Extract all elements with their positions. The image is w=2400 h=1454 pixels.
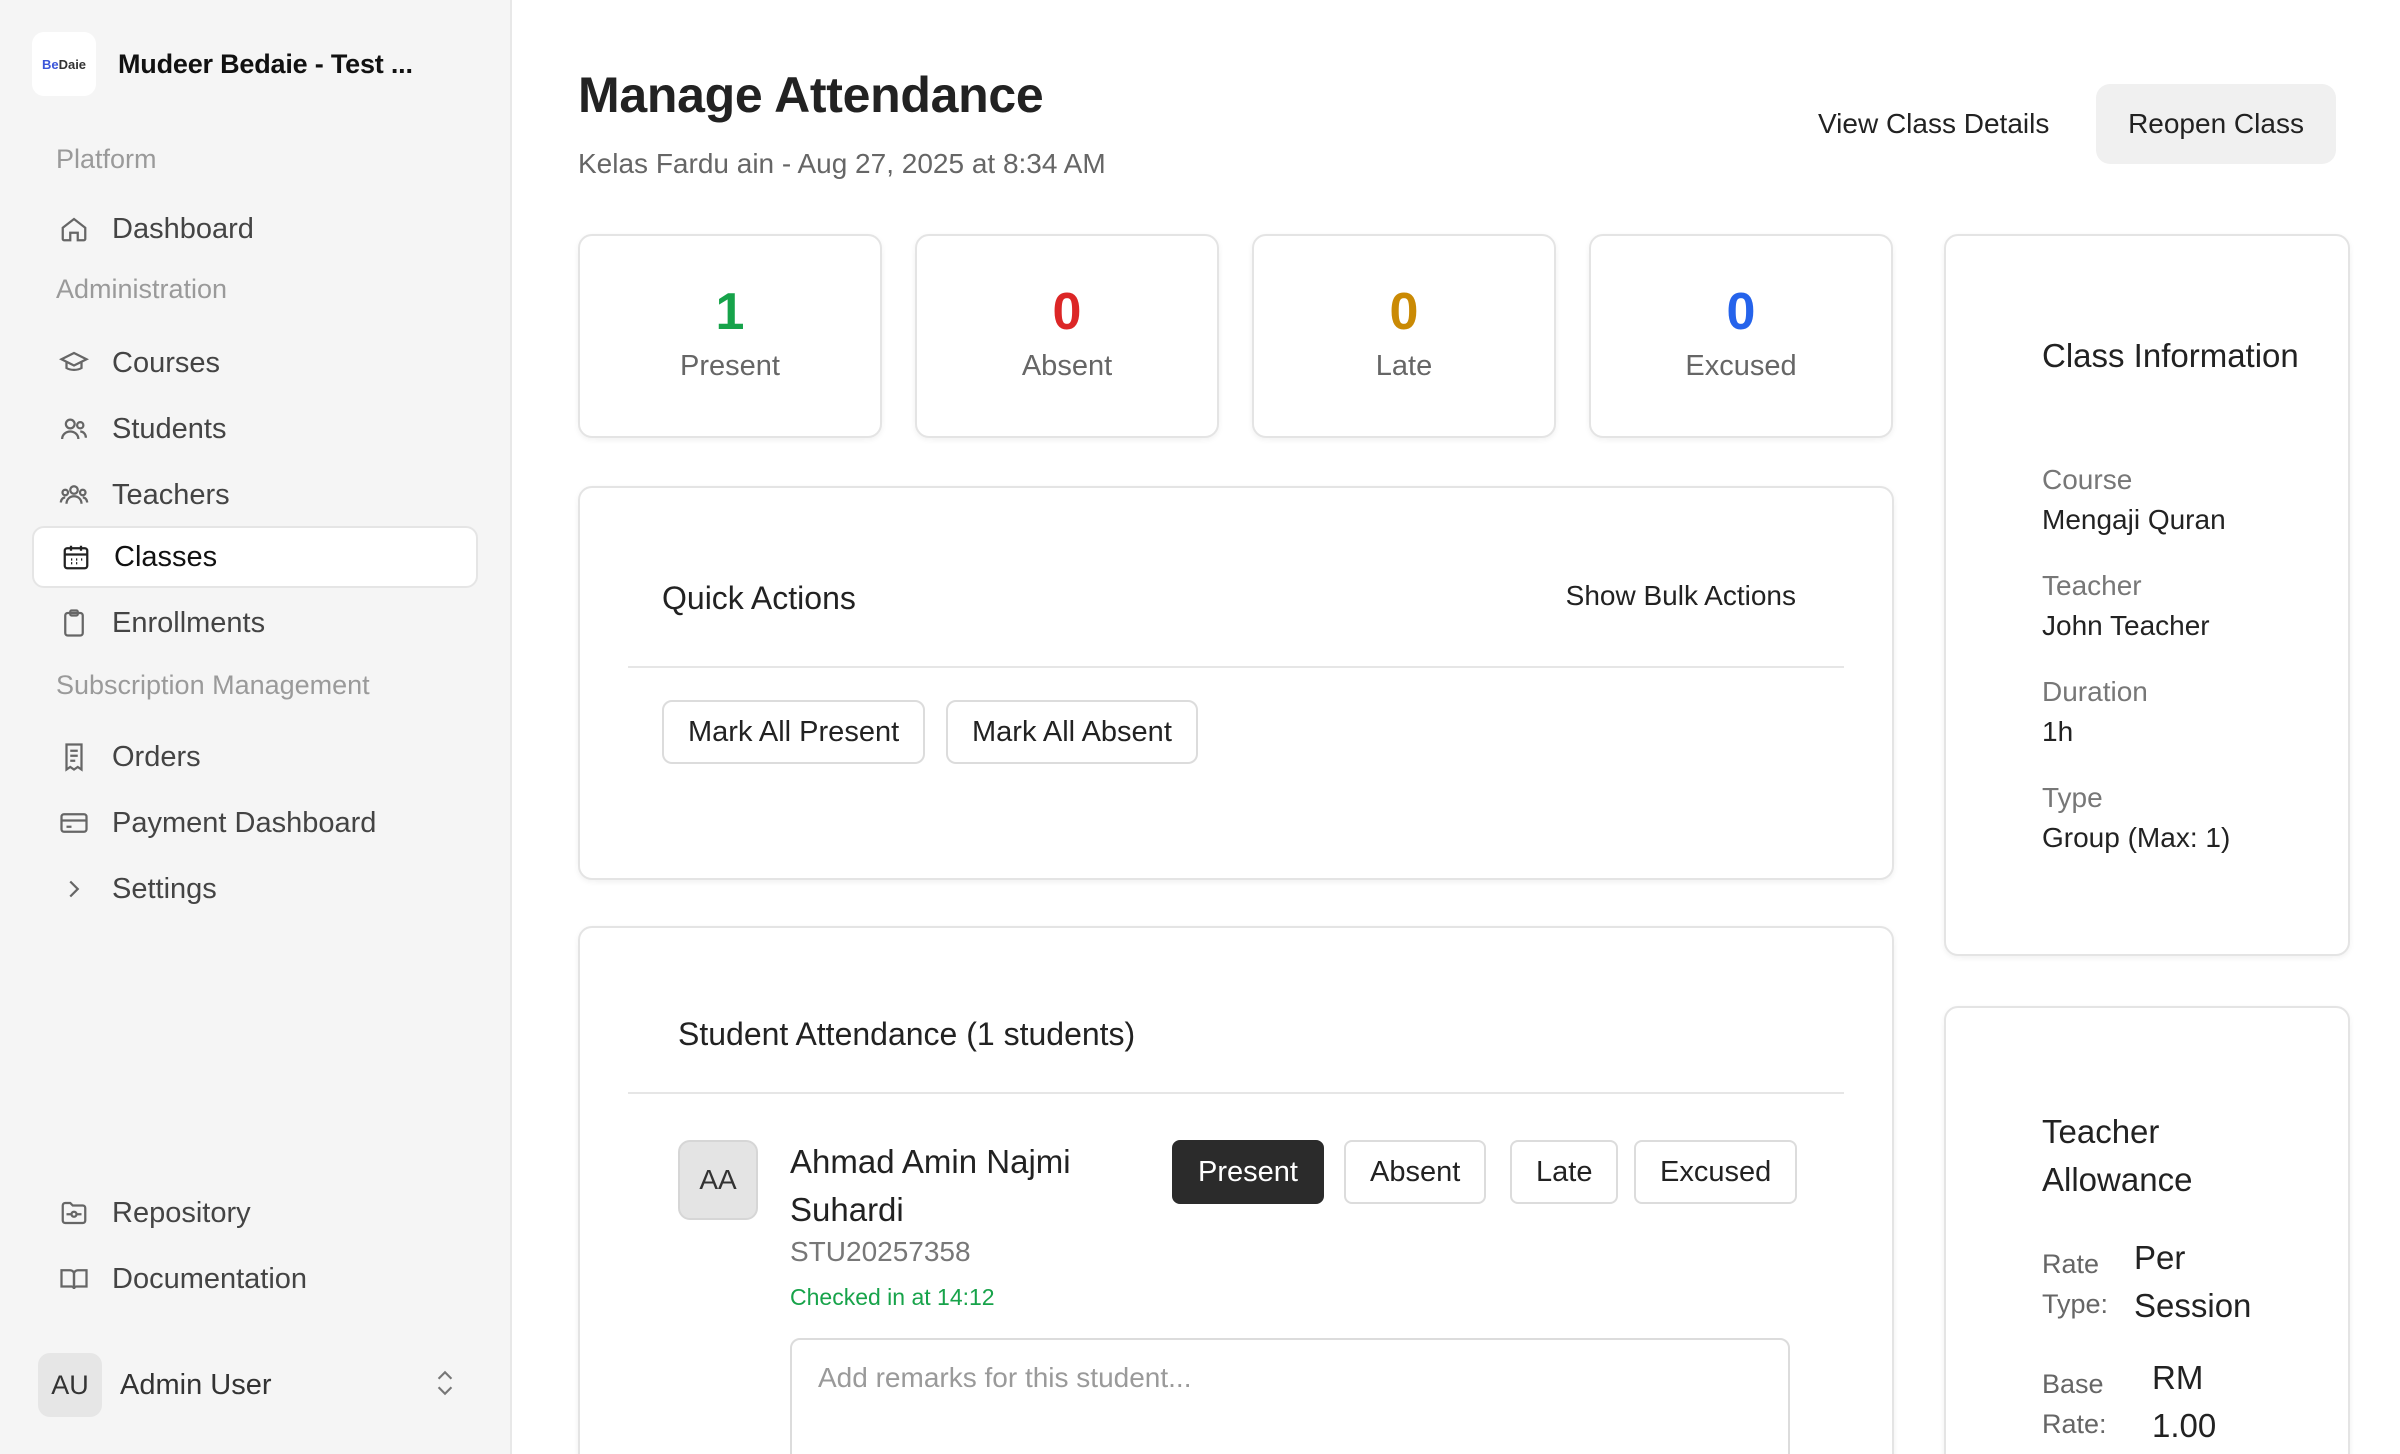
- quick-actions-card: Quick Actions Show Bulk Actions Mark All…: [578, 486, 1894, 880]
- calendar-icon: [60, 541, 92, 573]
- credit-card-icon: [58, 807, 90, 839]
- student-attendance-card: Student Attendance (1 students) AA Ahmad…: [578, 926, 1894, 1454]
- student-name: Ahmad Amin Najmi Suhardi: [790, 1143, 1071, 1228]
- book-open-icon: [58, 1263, 90, 1295]
- stat-label: Present: [680, 350, 780, 382]
- type-value: Group (Max: 1): [2042, 822, 2231, 853]
- quick-actions-title: Quick Actions: [662, 580, 856, 616]
- sidebar-item-enrollments[interactable]: Enrollments: [32, 592, 478, 654]
- sidebar-item-payment-dashboard[interactable]: Payment Dashboard: [32, 792, 478, 854]
- sidebar-item-documentation[interactable]: Documentation: [32, 1248, 478, 1310]
- sidebar-item-label: Enrollments: [112, 606, 266, 639]
- stat-value: 0: [1052, 283, 1082, 341]
- sidebar-item-label: Documentation: [112, 1262, 308, 1295]
- teacher-value: John Teacher: [2042, 610, 2210, 641]
- brand-name: Mudeer Bedaie - Test ...: [118, 48, 413, 79]
- type-label: Type: [2042, 782, 2103, 813]
- sidebar-item-courses[interactable]: Courses: [32, 332, 478, 394]
- stat-value: 0: [1389, 283, 1419, 341]
- student-avatar: AA: [678, 1140, 758, 1220]
- stat-label: Late: [1375, 350, 1433, 382]
- brand-logo: Be Daie: [32, 32, 96, 96]
- student-id: STU20257358: [790, 1236, 971, 1267]
- stat-card-absent: 0 Absent: [915, 234, 1219, 438]
- stat-label: Absent: [1021, 350, 1113, 382]
- user-group-icon: [58, 479, 90, 511]
- class-information-card: Class Information Course Mengaji Quran T…: [1944, 234, 2350, 956]
- show-bulk-actions-button[interactable]: Show Bulk Actions: [1566, 580, 1796, 612]
- page-subtitle: Kelas Fardu ain - Aug 27, 2025 at 8:34 A…: [578, 148, 1106, 179]
- sidebar-item-orders[interactable]: Orders: [32, 726, 478, 788]
- stat-card-excused: 0 Excused: [1589, 234, 1893, 438]
- sidebar-item-classes[interactable]: Classes: [32, 526, 478, 588]
- avatar: AU: [38, 1353, 102, 1417]
- duration-label: Duration: [2042, 676, 2148, 707]
- clipboard-icon: [58, 607, 90, 639]
- graduation-cap-icon: [58, 347, 90, 379]
- group-label-platform: Platform: [56, 144, 157, 174]
- status-excused-button[interactable]: Excused: [1634, 1140, 1798, 1204]
- receipt-icon: [58, 741, 90, 773]
- student-remarks-input[interactable]: [790, 1338, 1790, 1454]
- base-rate-value: RM 1.00: [2152, 1359, 2217, 1444]
- divider: [628, 1092, 1844, 1094]
- stat-card-present: 1 Present: [578, 234, 882, 438]
- divider: [628, 666, 1844, 668]
- chevrons-up-down-icon: [432, 1368, 458, 1403]
- sidebar-item-teachers[interactable]: Teachers: [32, 464, 478, 526]
- stat-card-late: 0 Late: [1252, 234, 1556, 438]
- sidebar-item-label: Repository: [112, 1196, 251, 1229]
- sidebar-item-students[interactable]: Students: [32, 398, 478, 460]
- teacher-allowance-card: Teacher Allowance Rate Type: Per Session…: [1944, 1006, 2350, 1454]
- student-attendance-title: Student Attendance (1 students): [678, 1016, 1136, 1052]
- sidebar-item-label: Dashboard: [112, 212, 254, 245]
- sidebar-item-label: Orders: [112, 740, 201, 773]
- teacher-allowance-title: Teacher Allowance: [2042, 1113, 2193, 1198]
- sidebar-item-settings[interactable]: Settings: [32, 858, 478, 920]
- user-name: Admin User: [120, 1368, 272, 1401]
- stat-value: 1: [715, 283, 745, 341]
- reopen-class-button[interactable]: Reopen Class: [2096, 84, 2336, 164]
- status-present-button[interactable]: Present: [1172, 1140, 1324, 1204]
- group-label-subscription: Subscription Management: [56, 670, 370, 700]
- mark-all-present-button[interactable]: Mark All Present: [662, 700, 926, 764]
- base-rate-label: Base Rate:: [2042, 1369, 2107, 1439]
- sidebar-item-label: Teachers: [112, 478, 230, 511]
- class-information-title: Class Information: [2042, 337, 2299, 374]
- rate-type-label: Rate Type:: [2042, 1249, 2109, 1319]
- sidebar: Be Daie Mudeer Bedaie - Test ... Platform…: [0, 0, 512, 1454]
- page-title: Manage Attendance: [578, 67, 1044, 123]
- sidebar-item-repository[interactable]: Repository: [32, 1182, 478, 1244]
- stat-label: Excused: [1685, 350, 1797, 382]
- brand[interactable]: Be Daie Mudeer Bedaie - Test ...: [32, 32, 413, 96]
- check-in-time: Checked in at 14:12: [790, 1284, 995, 1310]
- chevron-right-icon: [58, 873, 90, 905]
- sidebar-item-label: Students: [112, 412, 227, 445]
- sidebar-item-dashboard[interactable]: Dashboard: [32, 198, 478, 260]
- teacher-label: Teacher: [2042, 570, 2142, 601]
- stat-value: 0: [1726, 283, 1756, 341]
- sidebar-item-label: Courses: [112, 346, 220, 379]
- sidebar-item-label: Settings: [112, 872, 217, 905]
- users-icon: [58, 413, 90, 445]
- rate-type-value: Per Session: [2134, 1239, 2252, 1324]
- mark-all-absent-button[interactable]: Mark All Absent: [946, 700, 1198, 764]
- folder-git-icon: [58, 1197, 90, 1229]
- duration-value: 1h: [2042, 716, 2074, 747]
- group-label-administration: Administration: [56, 274, 228, 304]
- sidebar-item-label: Payment Dashboard: [112, 806, 377, 839]
- status-late-button[interactable]: Late: [1510, 1140, 1619, 1204]
- sidebar-item-label: Classes: [114, 540, 218, 573]
- status-absent-button[interactable]: Absent: [1344, 1140, 1487, 1204]
- user-menu[interactable]: AU Admin User: [38, 1352, 458, 1418]
- course-value: Mengaji Quran: [2042, 504, 2226, 535]
- home-icon: [58, 213, 90, 245]
- view-class-details-button[interactable]: View Class Details: [1790, 84, 2077, 164]
- course-label: Course: [2042, 464, 2133, 495]
